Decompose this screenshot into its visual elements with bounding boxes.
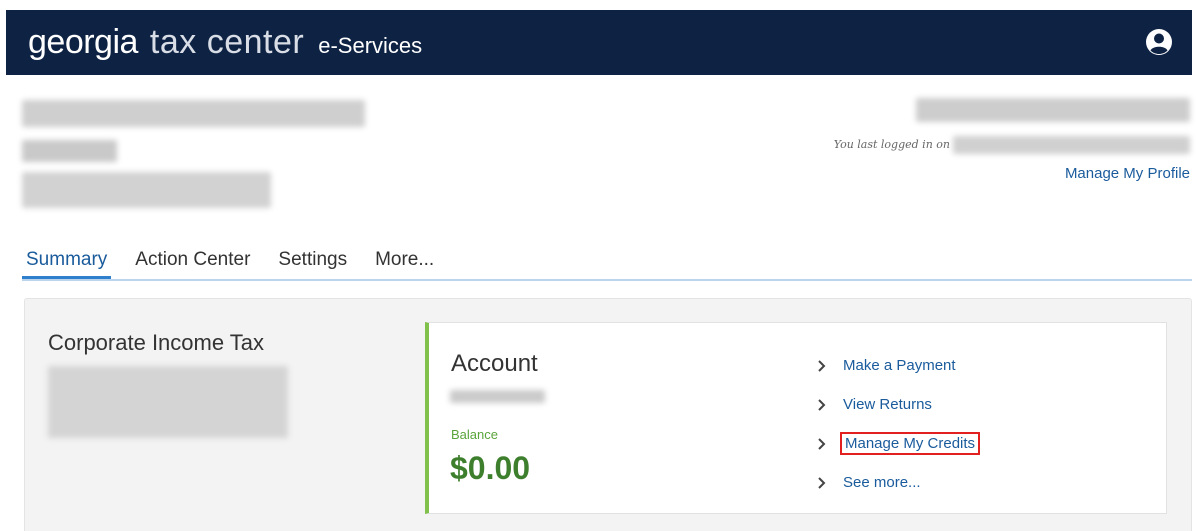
main-tabs: Summary Action Center Settings More... bbox=[22, 247, 1192, 281]
account-title: Account bbox=[451, 350, 538, 377]
brand-georgia-text: georgia bbox=[28, 23, 138, 61]
brand-tax-center-text: tax center bbox=[149, 23, 305, 61]
manage-profile-link[interactable]: Manage My Profile bbox=[1065, 165, 1190, 182]
list-item: See more... bbox=[815, 463, 977, 502]
balance-value: $0.00 bbox=[450, 450, 531, 486]
view-returns-link[interactable]: View Returns bbox=[843, 396, 932, 413]
redacted-tax-account-info bbox=[48, 366, 288, 438]
redacted-account-number bbox=[450, 390, 545, 403]
tax-type-title: Corporate Income Tax bbox=[48, 330, 265, 355]
last-login-label: You last logged in on bbox=[833, 138, 950, 151]
redacted-account-id bbox=[22, 140, 117, 162]
chevron-right-icon bbox=[818, 437, 826, 450]
redacted-address bbox=[22, 172, 271, 208]
chevron-right-icon bbox=[818, 476, 826, 489]
redacted-username bbox=[916, 98, 1190, 122]
user-circle-icon[interactable] bbox=[1144, 27, 1174, 57]
tab-more[interactable]: More... bbox=[371, 249, 438, 279]
balance-label: Balance bbox=[451, 427, 498, 442]
redacted-account-name bbox=[22, 100, 365, 127]
list-item: View Returns bbox=[815, 385, 977, 424]
manage-my-credits-link[interactable]: Manage My Credits bbox=[839, 432, 981, 455]
top-header-bar: georgia tax center e-Services bbox=[6, 10, 1192, 75]
account-actions-list: Make a Payment View Returns Manage My Cr… bbox=[815, 346, 981, 502]
redacted-last-login-date bbox=[953, 136, 1190, 154]
tab-summary[interactable]: Summary bbox=[22, 249, 112, 279]
make-payment-link[interactable]: Make a Payment bbox=[843, 357, 956, 374]
chevron-right-icon bbox=[818, 359, 826, 372]
list-item: Manage My Credits bbox=[815, 424, 981, 463]
tab-action-center[interactable]: Action Center bbox=[131, 249, 254, 279]
see-more-link[interactable]: See more... bbox=[843, 474, 921, 491]
brand-eservices-text: e-Services bbox=[318, 33, 423, 58]
tab-settings[interactable]: Settings bbox=[274, 249, 351, 279]
chevron-right-icon bbox=[818, 398, 826, 411]
brand-logo[interactable]: georgia tax center e-Services bbox=[28, 23, 422, 62]
list-item: Make a Payment bbox=[815, 346, 977, 385]
